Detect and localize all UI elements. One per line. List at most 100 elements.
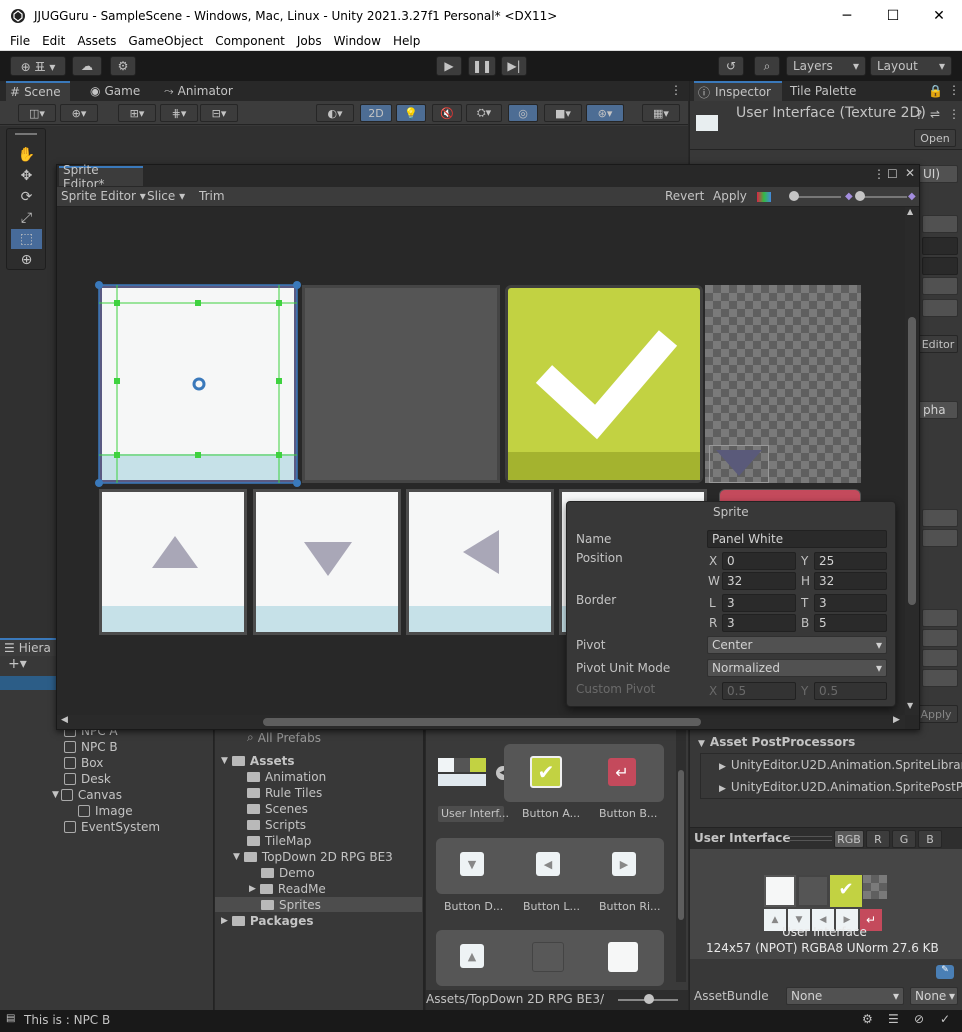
collab-icon[interactable]: ⚙ (110, 56, 136, 76)
asset-label[interactable]: User Interf... (441, 807, 509, 820)
list-item[interactable]: ▼ Canvas (52, 788, 122, 802)
scale-tool-icon[interactable]: ⤢ (11, 208, 42, 228)
menu-help[interactable]: Help (393, 34, 420, 48)
arrow-right-icon[interactable]: ▶ (893, 715, 900, 725)
folder-item[interactable]: ▶ ReadMe (249, 882, 326, 896)
menu-assets[interactable]: Assets (77, 34, 116, 48)
border-t-field[interactable]: 3 (814, 594, 887, 612)
border-b-field[interactable]: 5 (814, 614, 887, 632)
arrow-up-icon[interactable]: ▲ (460, 944, 484, 968)
resize-handle[interactable] (786, 836, 832, 841)
b-button[interactable]: B (918, 830, 942, 848)
assetbundle-variant-dropdown[interactable]: None ▾ (910, 987, 958, 1005)
menu-component[interactable]: Component (215, 34, 285, 48)
expand-arrow-icon[interactable]: ▼ (233, 852, 240, 862)
revert-button[interactable]: Revert (665, 189, 704, 203)
border-l-field[interactable]: 3 (722, 594, 796, 612)
settings-icon[interactable]: ⇌ (930, 107, 940, 121)
pause-button[interactable]: ❚❚ (468, 56, 496, 76)
rotate-tool-icon[interactable]: ⟳ (11, 187, 42, 207)
sprite-editor-mode-dropdown[interactable]: Sprite Editor ▾ (61, 189, 146, 203)
field[interactable] (922, 237, 958, 255)
layers-dropdown[interactable]: Layers ▾ (786, 56, 866, 76)
apply-button[interactable]: Apply (914, 705, 958, 723)
assetbundle-dropdown[interactable]: None ▾ (786, 987, 904, 1005)
asset-label[interactable]: Button Ri... (599, 900, 661, 913)
transform-tool-icon[interactable]: ⊕ (11, 250, 42, 270)
field-dropdown[interactable] (922, 669, 958, 687)
g-button[interactable]: G (892, 830, 916, 848)
folder-item[interactable]: Scripts (247, 818, 306, 832)
camera-icon[interactable]: ■▾ (544, 104, 582, 122)
list-item[interactable]: Image (78, 804, 133, 818)
effects-icon[interactable]: ⛭▾ (466, 104, 502, 122)
scrollbar-thumb[interactable] (678, 770, 684, 920)
list-item[interactable]: ▶ UnityEditor.U2D.Animation.SpriteLibrary… (719, 758, 962, 772)
list-item[interactable]: Box (64, 756, 103, 770)
check-circle-icon[interactable]: ✓ (940, 1012, 950, 1026)
name-field[interactable]: Panel White (707, 530, 887, 548)
arrow-up-icon[interactable]: ▲ (907, 207, 913, 216)
sprite-button-down[interactable] (253, 489, 401, 635)
alpha-dropdown[interactable]: pha (918, 401, 958, 419)
sprite-check[interactable] (505, 285, 703, 483)
field-dropdown[interactable] (922, 277, 958, 295)
gizmo-icon[interactable]: ⊛▾ (586, 104, 624, 122)
increment-snap-icon[interactable]: ⊟▾ (200, 104, 238, 122)
menu-jobs[interactable]: Jobs (297, 34, 322, 48)
more-icon[interactable]: ⋮ (948, 107, 960, 121)
tab-sprite-editor[interactable]: Sprite Editor* (59, 163, 143, 191)
sprite-editor-button[interactable]: Editor (918, 335, 958, 353)
menu-window[interactable]: Window (334, 34, 381, 48)
debug-icon[interactable]: ⚙ (862, 1012, 873, 1026)
rgb-button[interactable]: RGB (834, 830, 864, 848)
menu-edit[interactable]: Edit (42, 34, 65, 48)
border-r-field[interactable]: 3 (722, 614, 796, 632)
tag-icon[interactable]: ✎ (936, 965, 954, 979)
folder-assets[interactable]: ▼ Assets (221, 754, 295, 768)
mode-2d-button[interactable]: 2D (360, 104, 392, 122)
close-icon[interactable]: ✕ (905, 166, 915, 180)
mip-slider-handle[interactable] (855, 191, 865, 201)
more-icon[interactable]: ⋮ (670, 83, 682, 97)
arrow-left-icon[interactable]: ◀ (536, 852, 560, 876)
expand-arrow-icon[interactable]: ▶ (249, 884, 256, 894)
sprite-panel-gray[interactable] (302, 285, 500, 483)
overlay-icon[interactable]: ▦▾ (642, 104, 680, 122)
add-icon[interactable]: +▾ (8, 656, 27, 672)
minimize-button[interactable]: ─ (824, 0, 870, 31)
position-x-field[interactable]: 0 (722, 552, 796, 570)
pivot-dropdown[interactable]: Center ▾ (707, 636, 887, 654)
layout-dropdown[interactable]: Layout ▾ (870, 56, 952, 76)
field-dropdown[interactable] (922, 649, 958, 667)
field-dropdown[interactable] (922, 215, 958, 233)
custom-pivot-y-field[interactable]: 0.5 (814, 682, 887, 700)
field[interactable] (922, 257, 958, 275)
sprite-arrow-small[interactable] (709, 445, 769, 483)
folder-item[interactable]: Animation (247, 770, 326, 784)
more-icon[interactable]: ⋮ (948, 83, 960, 97)
tab-game[interactable]: ◉ Game (86, 81, 156, 101)
asset-label[interactable]: Button A... (522, 807, 580, 820)
search-icon[interactable]: ⌕ (754, 56, 780, 76)
arrow-down-icon[interactable]: ▼ (460, 852, 484, 876)
divider[interactable] (423, 730, 425, 1010)
folder-item[interactable]: Sprites (261, 898, 321, 912)
globe-icon[interactable]: ⊕▾ (60, 104, 98, 122)
progress-icon[interactable]: ⊘ (914, 1012, 924, 1026)
list-item[interactable]: EventSystem (64, 820, 160, 834)
rect-tool-icon[interactable]: ⬚ (11, 229, 42, 249)
more-icon[interactable]: ⋮ (873, 167, 885, 181)
folder-item[interactable]: Scenes (247, 802, 308, 816)
zoom-slider-handle[interactable] (789, 191, 799, 201)
all-prefabs-item[interactable]: ⌕ All Prefabs (247, 730, 321, 745)
asset-label[interactable]: Button D... (444, 900, 503, 913)
color-channel-icon[interactable] (757, 192, 771, 202)
tab-scene[interactable]: # Scene (6, 81, 70, 101)
lighting-icon[interactable]: 💡 (396, 104, 426, 122)
folder-item[interactable]: Rule Tiles (247, 786, 322, 800)
ui-atlas-thumbnail[interactable] (438, 758, 488, 788)
field-dropdown[interactable] (922, 299, 958, 317)
folder-item[interactable]: TileMap (247, 834, 311, 848)
list-item[interactable]: Desk (64, 772, 111, 786)
